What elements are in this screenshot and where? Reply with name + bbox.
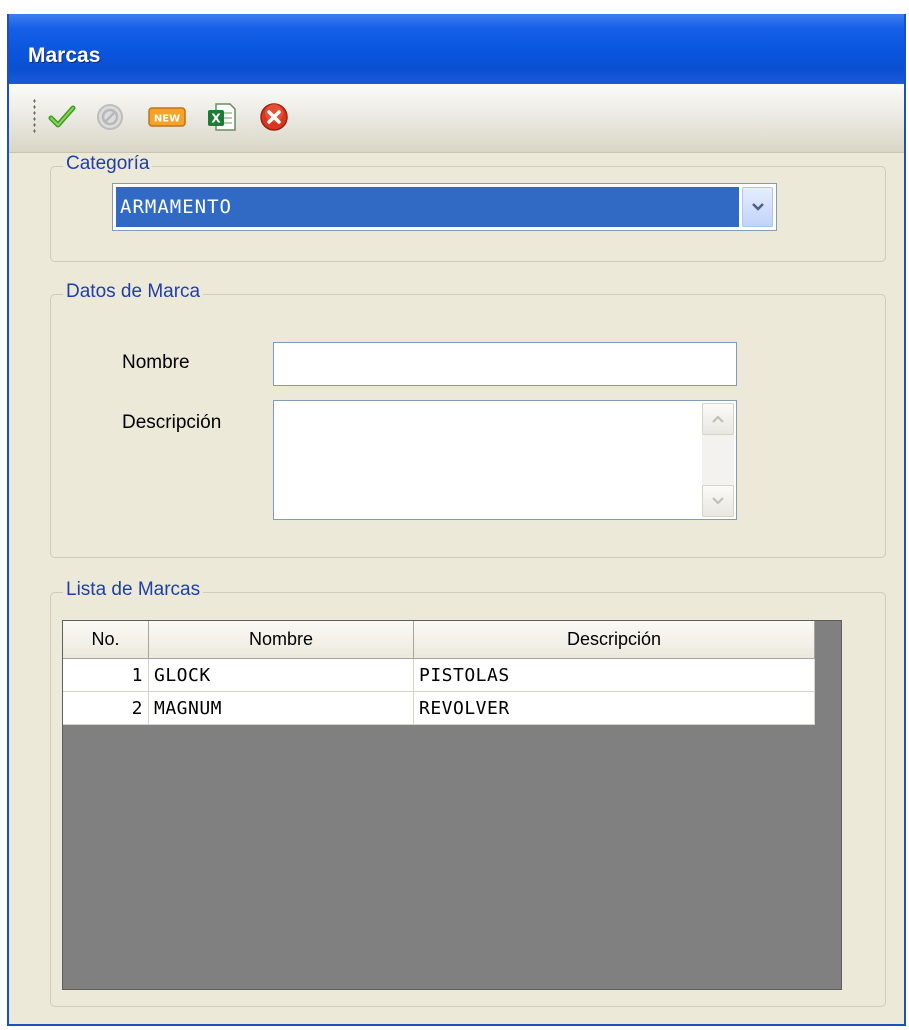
svg-text:X: X xyxy=(211,112,221,126)
combobox-dropdown-button[interactable] xyxy=(742,187,773,227)
table-row[interactable]: 1 GLOCK PISTOLAS xyxy=(63,658,815,692)
title-bar[interactable]: Marcas xyxy=(9,14,904,84)
cancel-disabled-icon xyxy=(97,104,123,130)
scroll-up-button[interactable] xyxy=(702,403,734,435)
descripcion-scrollbar[interactable] xyxy=(702,403,734,517)
column-header-descripcion[interactable]: Descripción xyxy=(413,621,815,659)
column-header-nombre[interactable]: Nombre xyxy=(148,621,414,659)
nombre-cell[interactable]: MAGNUM xyxy=(148,691,414,725)
nombre-label: Nombre xyxy=(122,352,190,373)
row-number-cell[interactable]: 1 xyxy=(63,658,149,692)
descripcion-cell[interactable]: PISTOLAS xyxy=(413,658,815,692)
datos-marca-legend: Datos de Marca xyxy=(63,281,204,303)
cancel-button[interactable] xyxy=(93,100,127,134)
table-row[interactable]: 2 MAGNUM REVOLVER xyxy=(63,691,815,725)
toolbar: NEW X xyxy=(9,84,904,153)
excel-icon: X xyxy=(208,103,236,131)
toolbar-grip[interactable] xyxy=(33,98,36,134)
new-icon: NEW xyxy=(148,107,186,127)
descripcion-textarea[interactable] xyxy=(273,400,737,520)
chevron-down-icon xyxy=(712,497,724,505)
close-icon xyxy=(260,103,288,131)
column-header-no[interactable]: No. xyxy=(63,621,149,659)
descripcion-label: Descripción xyxy=(122,412,222,433)
descripcion-cell[interactable]: REVOLVER xyxy=(413,691,815,725)
new-button[interactable]: NEW xyxy=(146,100,188,134)
categoria-legend: Categoría xyxy=(63,153,153,175)
categoria-combobox[interactable]: ARMAMENTO xyxy=(112,183,777,231)
row-number-cell[interactable]: 2 xyxy=(63,691,149,725)
categoria-selected-value: ARMAMENTO xyxy=(115,186,740,228)
nombre-input[interactable] xyxy=(273,342,737,386)
marcas-table: No. Nombre Descripción 1 GLOCK PISTOLAS … xyxy=(63,621,815,725)
scroll-down-button[interactable] xyxy=(702,485,734,517)
close-button[interactable] xyxy=(257,100,291,134)
nombre-cell[interactable]: GLOCK xyxy=(148,658,414,692)
marcas-datagrid[interactable]: No. Nombre Descripción 1 GLOCK PISTOLAS … xyxy=(62,620,842,990)
table-header-row: No. Nombre Descripción xyxy=(63,621,815,659)
lista-marcas-legend: Lista de Marcas xyxy=(63,579,204,601)
checkmark-icon xyxy=(48,105,76,128)
accept-button[interactable] xyxy=(45,100,79,134)
svg-text:NEW: NEW xyxy=(154,114,180,125)
chevron-down-icon xyxy=(751,203,764,211)
export-excel-button[interactable]: X xyxy=(205,100,239,134)
chevron-up-icon xyxy=(712,415,724,423)
window-title: Marcas xyxy=(28,44,101,67)
